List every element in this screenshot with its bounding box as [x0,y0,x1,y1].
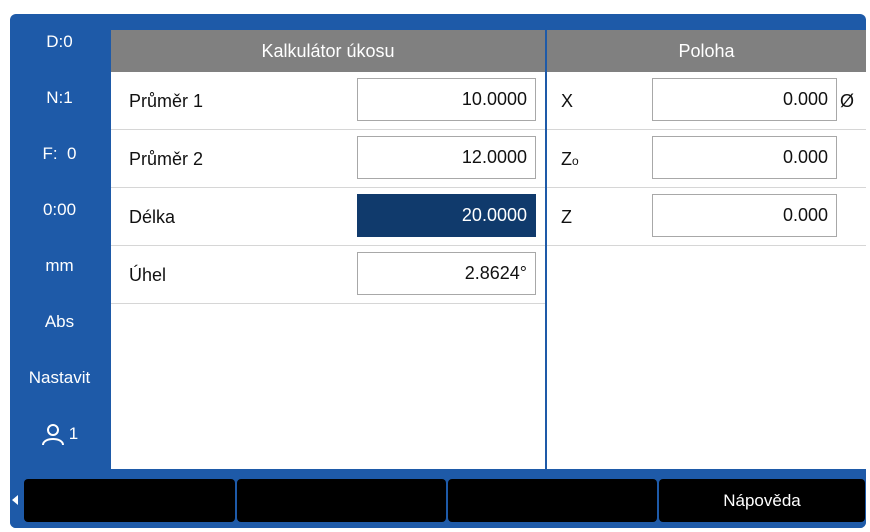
setup-status[interactable]: Nastavit [10,350,109,406]
angle-label: Úhel [129,264,167,285]
diameter-1-label: Průměr 1 [129,90,204,111]
taper-calculator-panel: Kalkulátor úkosu Průměr 1 10.0000 Průměr… [111,30,545,469]
user-number: 1 [68,424,79,443]
diameter-1-field[interactable]: 10.0000 [357,78,536,121]
axis-zo-label: Zo [561,130,579,188]
position-row-z: Z 0.000 [547,188,866,246]
user-status[interactable]: 1 [10,406,109,462]
diameter-icon: Ø [840,90,855,111]
position-row-x: X 0.000 Ø [547,72,866,130]
axis-zo-value[interactable]: 0.000 [652,136,837,179]
axis-x-value[interactable]: 0.000 [652,78,837,121]
softkey-3[interactable] [448,479,657,522]
axis-zo-letter: Z [561,148,572,169]
calc-row-angle: Úhel 2.8624° [111,246,545,304]
softkey-bar: Nápověda [10,473,866,528]
diameter-2-field[interactable]: 12.0000 [357,136,536,179]
help-softkey[interactable]: Nápověda [659,479,865,522]
dro-screen: D:0 N:1 F: 0 0:00 mm Abs Nastavit 1 Kalk… [10,14,866,528]
units-status[interactable]: mm [10,238,109,294]
calc-row-diameter-2: Průměr 2 12.0000 [111,130,545,188]
mode-status[interactable]: Abs [10,294,109,350]
softkey-2[interactable] [237,479,446,522]
feed-status[interactable]: F: 0 [10,126,109,182]
status-bar: D:0 N:1 F: 0 0:00 mm Abs Nastavit 1 [10,14,109,469]
length-field[interactable]: 20.0000 [357,194,536,237]
axis-z-label: Z [561,206,572,227]
axis-x-label: X [561,90,574,111]
axis-z-value[interactable]: 0.000 [652,194,837,237]
calc-row-diameter-1: Průměr 1 10.0000 [111,72,545,130]
position-title: Poloha [547,30,866,72]
softkey-scroll-left-icon[interactable] [12,495,18,505]
position-panel: Poloha X 0.000 Ø Zo 0.000 Z 0.000 [547,30,866,469]
angle-field[interactable]: 2.8624° [357,252,536,295]
axis-zo-subscript: o [572,154,579,168]
datum-status[interactable]: D:0 [10,14,109,70]
calc-row-length: Délka 20.0000 [111,188,545,246]
position-row-zo: Zo 0.000 [547,130,866,188]
diameter-2-label: Průměr 2 [129,148,204,169]
user-icon [41,422,65,446]
taper-calculator-title: Kalkulátor úkosu [111,30,545,72]
length-label: Délka [129,206,176,227]
tool-status[interactable]: N:1 [10,70,109,126]
softkey-1[interactable] [24,479,235,522]
timer-status[interactable]: 0:00 [10,182,109,238]
